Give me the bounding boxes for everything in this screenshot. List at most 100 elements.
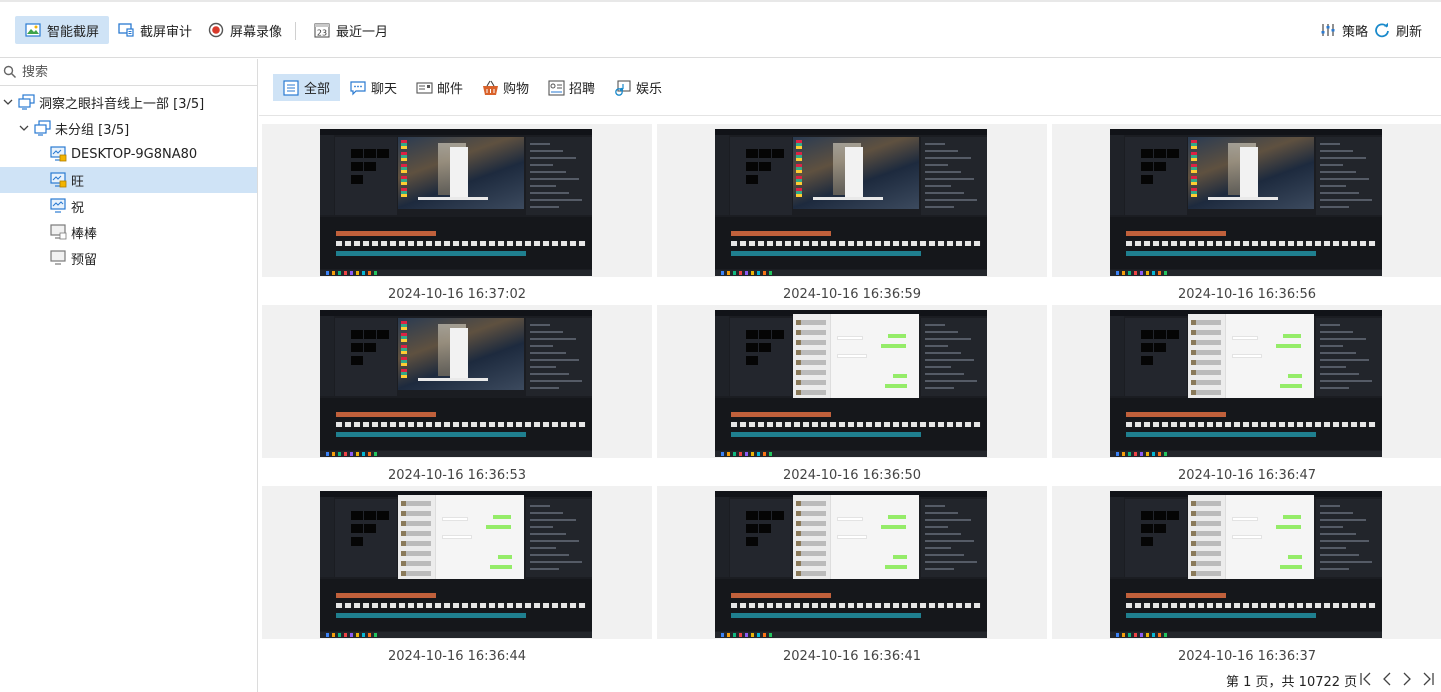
filter-shopping-label: 购物 (503, 82, 530, 97)
sliders-icon (1320, 22, 1336, 38)
tree-root-label: 洞察之眼抖音线上一部 [3/5] (39, 96, 205, 112)
screenshot-card[interactable]: 2024-10-16 16:37:02 (262, 121, 652, 302)
screenshot-timestamp: 2024-10-16 16:36:56 (1177, 287, 1317, 302)
screenshot-card[interactable]: 2024-10-16 16:36:47 (1052, 302, 1441, 483)
screenshot-image (1110, 491, 1382, 638)
refresh-icon (1374, 22, 1390, 38)
screenshot-timestamp: 2024-10-16 16:36:59 (782, 287, 922, 302)
screenshot-image (320, 491, 592, 638)
screen-record-label: 屏幕录像 (230, 24, 283, 40)
recruit-icon (548, 79, 565, 96)
monitor-locked-icon (50, 146, 67, 162)
screenshot-image (715, 129, 987, 276)
screenshot-audit-button[interactable]: 截屏审计 (108, 16, 202, 44)
screenshot-card[interactable]: 2024-10-16 16:36:50 (657, 302, 1047, 483)
monitor-locked-icon (50, 172, 67, 188)
screenshot-card[interactable]: 2024-10-16 16:36:56 (1052, 121, 1441, 302)
screenshot-timestamp: 2024-10-16 16:36:41 (782, 649, 922, 664)
filter-all-button[interactable]: 全部 (273, 74, 341, 101)
refresh-label: 刷新 (1396, 24, 1423, 40)
screenshot-card[interactable]: 2024-10-16 16:36:37 (1052, 483, 1441, 664)
filter-all-label: 全部 (304, 82, 331, 97)
tree-computer-label: DESKTOP-9G8NA80 (71, 146, 198, 162)
screenshot-image (320, 129, 592, 276)
chevron-down-icon[interactable] (18, 122, 30, 134)
computer-group-icon (34, 120, 51, 136)
search-input[interactable] (22, 62, 252, 82)
screenshot-timestamp: 2024-10-16 16:36:53 (387, 468, 527, 483)
screenshot-image (715, 491, 987, 638)
screenshot-thumbnail[interactable] (262, 486, 652, 639)
tree-root-node[interactable]: 洞察之眼抖音线上一部 [3/5] (0, 89, 257, 115)
recent-month-button[interactable]: 23 最近一月 (304, 16, 398, 44)
tree-computer-wang[interactable]: 旺 (0, 167, 257, 193)
filter-shopping-button[interactable]: 购物 (472, 74, 539, 101)
chevron-down-icon[interactable] (2, 96, 14, 108)
screenshot-card[interactable]: 2024-10-16 16:36:53 (262, 302, 652, 483)
tree-computer-zhu[interactable]: 祝 (0, 193, 257, 219)
screenshot-image (715, 310, 987, 457)
smart-screenshot-button[interactable]: 智能截屏 (15, 16, 110, 44)
monitor-online-icon (50, 198, 67, 214)
screenshot-card[interactable]: 2024-10-16 16:36:44 (262, 483, 652, 664)
tree-computer-label: 旺 (71, 174, 85, 190)
screenshot-card[interactable]: 2024-10-16 16:36:41 (657, 483, 1047, 664)
screenshot-thumbnail[interactable] (657, 305, 1047, 458)
screenshot-image (1110, 310, 1382, 457)
screenshot-thumbnail[interactable] (262, 305, 652, 458)
filter-chat-button[interactable]: 聊天 (340, 74, 407, 101)
filter-mail-label: 邮件 (437, 82, 464, 97)
list-icon (283, 79, 300, 96)
screenshot-timestamp: 2024-10-16 16:36:47 (1177, 468, 1317, 483)
computer-group-icon (18, 94, 35, 110)
tree-computer-desktop[interactable]: DESKTOP-9G8NA80 (0, 141, 257, 167)
screenshot-grid: 2024-10-16 16:37:02 2024-10-16 16:36:59 20… (259, 116, 1441, 668)
tree-computer-yuliu[interactable]: 预留 (0, 245, 257, 271)
filter-recruit-button[interactable]: 招聘 (538, 74, 605, 101)
smart-screenshot-icon (25, 22, 41, 38)
screenshot-timestamp: 2024-10-16 16:36:37 (1177, 649, 1317, 664)
cart-icon (482, 80, 499, 96)
screenshot-thumbnail[interactable] (657, 486, 1047, 639)
screenshot-card[interactable]: 2024-10-16 16:36:59 (657, 121, 1047, 302)
calendar-icon: 23 (314, 22, 330, 38)
next-page-icon[interactable] (1400, 671, 1414, 687)
last-page-icon[interactable] (1421, 671, 1435, 687)
previous-page-icon[interactable] (1380, 671, 1394, 687)
screenshot-thumbnail[interactable] (1052, 305, 1441, 458)
screenshot-timestamp: 2024-10-16 16:36:50 (782, 468, 922, 483)
pagination-info: 第 1 页，共 10722 页 (1226, 670, 1357, 690)
screenshot-audit-label: 截屏审计 (140, 24, 193, 40)
monitor-offline-icon (50, 250, 67, 266)
screen-record-button[interactable]: 屏幕录像 (198, 16, 292, 44)
tree-group-label: 未分组 [3/5] (55, 122, 130, 138)
top-toolbar: 智能截屏 截屏审计 屏幕录像 23 最近一月 策略 刷新 (0, 0, 1441, 58)
toolbar-divider (295, 22, 296, 40)
search-box (0, 59, 257, 86)
screenshot-thumbnail[interactable] (657, 124, 1047, 277)
screenshot-thumbnail[interactable] (1052, 124, 1441, 277)
screen-record-icon (208, 22, 224, 38)
filter-mail-button[interactable]: 邮件 (406, 74, 473, 101)
screenshot-image (1110, 129, 1382, 276)
chat-icon (350, 80, 367, 96)
tree-computer-label: 棒棒 (71, 226, 98, 242)
tree-computer-bangbang[interactable]: 棒棒 (0, 219, 257, 245)
tree-computer-label: 预留 (71, 252, 98, 268)
filter-recruit-label: 招聘 (569, 82, 596, 97)
calendar-icon-text: 23 (317, 29, 327, 38)
screenshot-thumbnail[interactable] (1052, 486, 1441, 639)
mail-icon (416, 80, 433, 96)
first-page-icon[interactable] (1359, 671, 1373, 687)
device-tree-panel: 洞察之眼抖音线上一部 [3/5] 未分组 [3/5] DESKTOP-9G8NA… (0, 59, 258, 692)
filter-entertainment-label: 娱乐 (636, 82, 663, 97)
tree-group-node[interactable]: 未分组 [3/5] (0, 115, 257, 141)
screenshot-image (320, 310, 592, 457)
recent-month-label: 最近一月 (336, 24, 389, 40)
refresh-button[interactable]: 刷新 (1364, 16, 1432, 44)
screenshot-timestamp: 2024-10-16 16:37:02 (387, 287, 527, 302)
screenshot-timestamp: 2024-10-16 16:36:44 (387, 649, 527, 664)
filter-entertainment-button[interactable]: 娱乐 (605, 74, 672, 101)
tree-computer-label: 祝 (71, 200, 85, 216)
screenshot-thumbnail[interactable] (262, 124, 652, 277)
